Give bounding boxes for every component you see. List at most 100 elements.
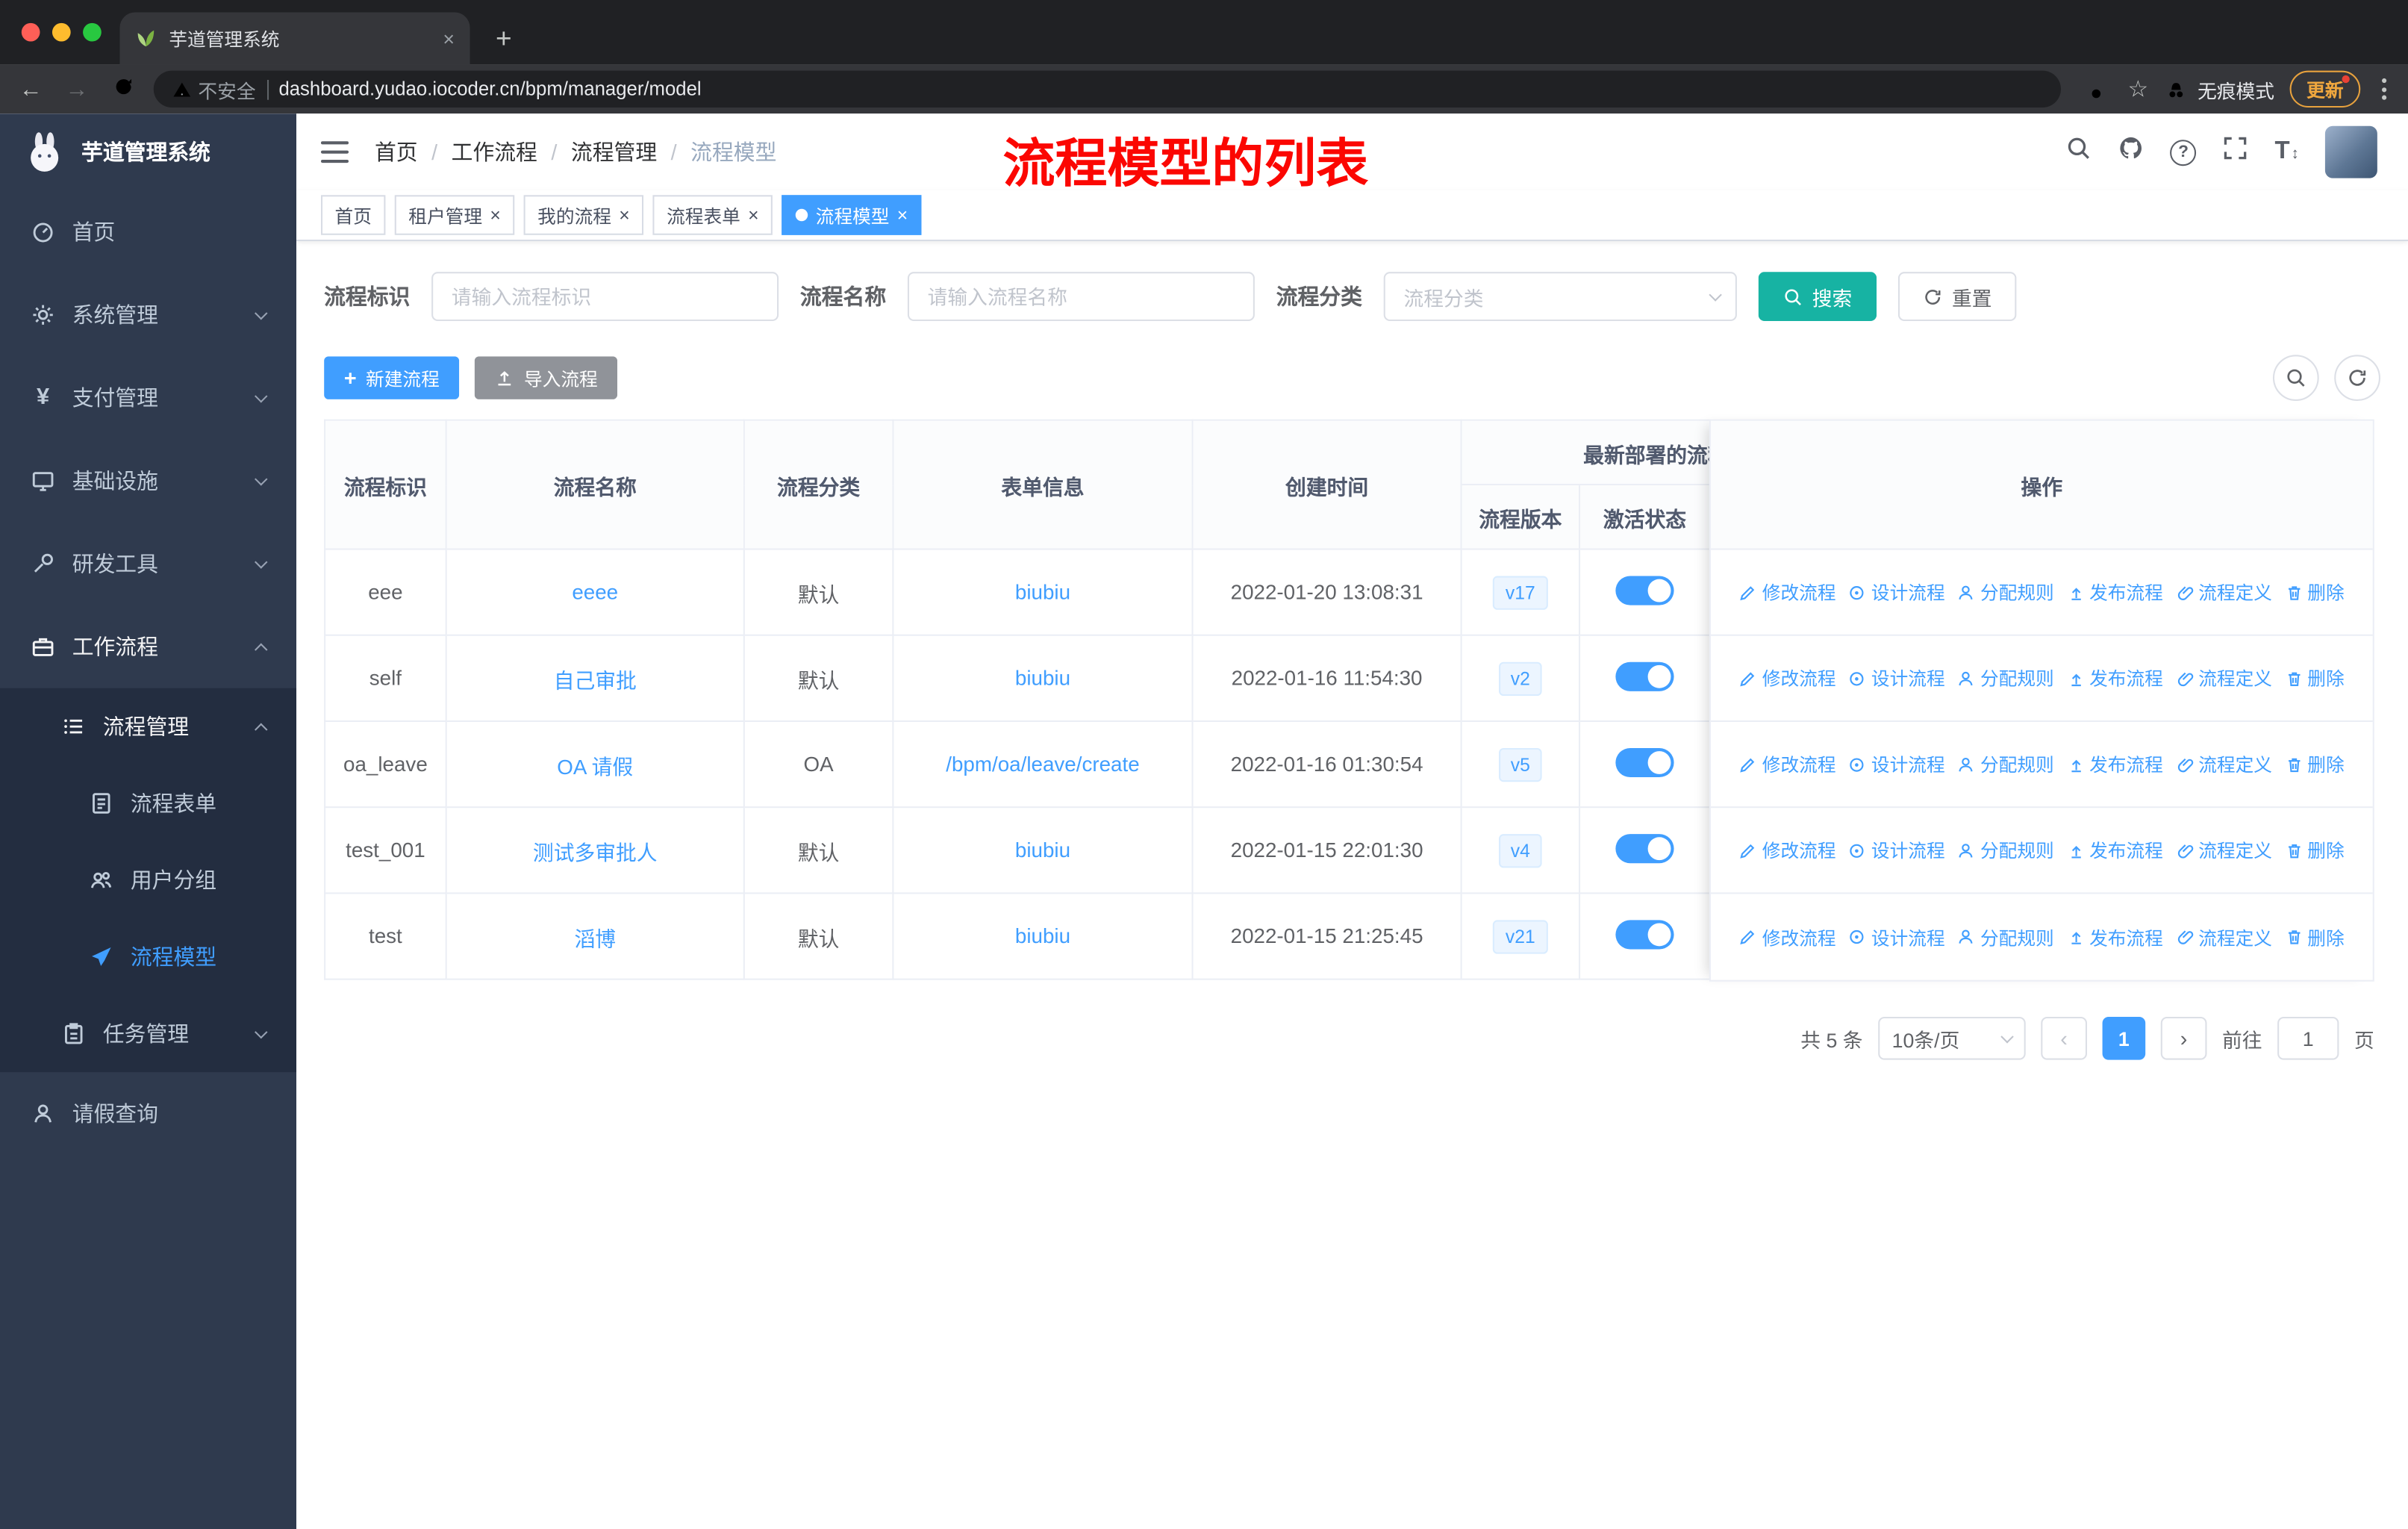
reset-button[interactable]: 重置 [1897,272,2017,321]
close-window-button[interactable] [21,22,40,42]
design-process-link[interactable]: 设计流程 [1848,579,1945,605]
page-size-select[interactable]: 10条/页 [1878,1016,2026,1060]
design-process-link[interactable]: 设计流程 [1848,751,1945,777]
edit-process-link[interactable]: 修改流程 [1739,924,1836,950]
create-process-button[interactable]: + 新建流程 [324,356,460,399]
tag-my-process[interactable]: 我的流程 × [523,195,644,235]
process-definition-link[interactable]: 流程定义 [2175,579,2272,605]
sidebar-item-process-form[interactable]: 流程表单 [0,765,296,842]
browser-tab[interactable]: 芋道管理系统 × [119,12,470,65]
sidebar-item-leave-query[interactable]: 请假查询 [0,1072,296,1155]
sidebar-collapse-icon[interactable] [320,141,349,164]
current-page[interactable]: 1 [2102,1016,2146,1060]
publish-process-link[interactable]: 发布流程 [2066,751,2163,777]
sidebar-item-payment[interactable]: ¥ 支付管理 [0,356,296,439]
prev-page-button[interactable]: ‹ [2041,1016,2087,1060]
form-info-link[interactable]: biubiu [1015,838,1070,862]
sidebar-item-task-management[interactable]: 任务管理 [0,995,296,1072]
edit-process-link[interactable]: 修改流程 [1739,837,1836,863]
form-info-link[interactable]: biubiu [1015,581,1070,604]
back-icon[interactable]: ← [16,76,46,102]
publish-process-link[interactable]: 发布流程 [2066,665,2163,691]
reload-icon[interactable] [107,75,138,104]
window-controls[interactable] [21,22,102,42]
user-avatar[interactable] [2324,125,2377,178]
fullscreen-icon[interactable] [2223,135,2249,169]
tab-close-icon[interactable]: × [443,27,455,50]
design-process-link[interactable]: 设计流程 [1848,837,1945,863]
process-name-link[interactable]: OA 请假 [557,755,633,778]
breadcrumb-item[interactable]: 工作流程 [452,137,537,167]
close-icon[interactable]: × [748,206,758,225]
close-icon[interactable]: × [490,206,500,225]
tag-home[interactable]: 首页 [320,195,386,235]
maximize-window-button[interactable] [83,22,102,42]
process-definition-link[interactable]: 流程定义 [2175,665,2272,691]
delete-process-link[interactable]: 删除 [2284,751,2345,777]
publish-process-link[interactable]: 发布流程 [2066,837,2163,863]
sidebar-item-devtools[interactable]: 研发工具 [0,523,296,605]
assign-rule-link[interactable]: 分配规则 [1957,665,2054,691]
delete-process-link[interactable]: 删除 [2284,837,2345,863]
active-toggle[interactable] [1615,747,1674,777]
import-process-button[interactable]: 导入流程 [475,356,618,399]
process-definition-link[interactable]: 流程定义 [2175,924,2272,950]
security-indicator[interactable]: 不安全 [172,75,256,104]
sidebar-item-user-group[interactable]: 用户分组 [0,841,296,918]
form-info-link[interactable]: biubiu [1015,667,1070,690]
show-search-button[interactable] [2272,355,2319,401]
edit-process-link[interactable]: 修改流程 [1739,579,1836,605]
search-button[interactable]: 搜索 [1758,272,1877,321]
active-toggle[interactable] [1615,833,1674,863]
search-icon[interactable] [2066,135,2092,169]
active-toggle[interactable] [1615,575,1674,605]
process-name-link[interactable]: 滔博 [574,927,616,950]
form-info-link[interactable]: biubiu [1015,925,1070,948]
address-bar[interactable]: 不安全 dashboard.yudao.iocoder.cn/bpm/manag… [153,70,2061,108]
process-id-input[interactable] [431,272,779,321]
edit-process-link[interactable]: 修改流程 [1739,665,1836,691]
goto-page-input[interactable] [2277,1016,2339,1060]
breadcrumb-item[interactable]: 流程管理 [571,137,657,167]
sidebar-item-process-management[interactable]: 流程管理 [0,688,296,765]
sidebar-item-home[interactable]: 首页 [0,190,296,273]
minimize-window-button[interactable] [52,22,71,42]
close-icon[interactable]: × [897,206,908,225]
github-icon[interactable] [2118,135,2145,169]
update-button[interactable]: 更新 [2289,70,2361,108]
help-icon[interactable]: ? [2170,139,2197,166]
delete-process-link[interactable]: 删除 [2284,924,2345,950]
publish-process-link[interactable]: 发布流程 [2066,579,2163,605]
process-definition-link[interactable]: 流程定义 [2175,837,2272,863]
process-category-select[interactable]: 流程分类 [1383,272,1737,321]
assign-rule-link[interactable]: 分配规则 [1957,837,2054,863]
process-name-link[interactable]: 测试多审批人 [533,841,658,864]
publish-process-link[interactable]: 发布流程 [2066,924,2163,950]
form-info-link[interactable]: /bpm/oa/leave/create [946,753,1139,776]
sidebar-item-process-model[interactable]: 流程模型 [0,918,296,995]
delete-process-link[interactable]: 删除 [2284,665,2345,691]
bookmark-star-icon[interactable]: ☆ [2128,75,2149,103]
active-toggle[interactable] [1615,919,1674,949]
assign-rule-link[interactable]: 分配规则 [1957,751,2054,777]
new-tab-button[interactable]: + [482,17,525,60]
delete-process-link[interactable]: 删除 [2284,579,2345,605]
tag-process-form[interactable]: 流程表单 × [652,195,773,235]
next-page-button[interactable]: › [2160,1016,2207,1060]
edit-process-link[interactable]: 修改流程 [1739,751,1836,777]
close-icon[interactable]: × [619,206,629,225]
sidebar-item-infrastructure[interactable]: 基础设施 [0,439,296,522]
process-name-link[interactable]: 自己审批 [554,669,637,692]
forward-icon[interactable]: → [61,76,92,102]
active-toggle[interactable] [1615,661,1674,691]
tag-tenant[interactable]: 租户管理 × [394,195,515,235]
sidebar-item-system[interactable]: 系统管理 [0,273,296,356]
tag-process-model[interactable]: 流程模型 × [782,195,922,235]
assign-rule-link[interactable]: 分配规则 [1957,579,2054,605]
password-key-icon[interactable] [2088,77,2112,102]
breadcrumb-item[interactable]: 首页 [375,137,418,167]
design-process-link[interactable]: 设计流程 [1848,665,1945,691]
assign-rule-link[interactable]: 分配规则 [1957,924,2054,950]
design-process-link[interactable]: 设计流程 [1848,924,1945,950]
browser-menu-icon[interactable] [2376,78,2393,100]
